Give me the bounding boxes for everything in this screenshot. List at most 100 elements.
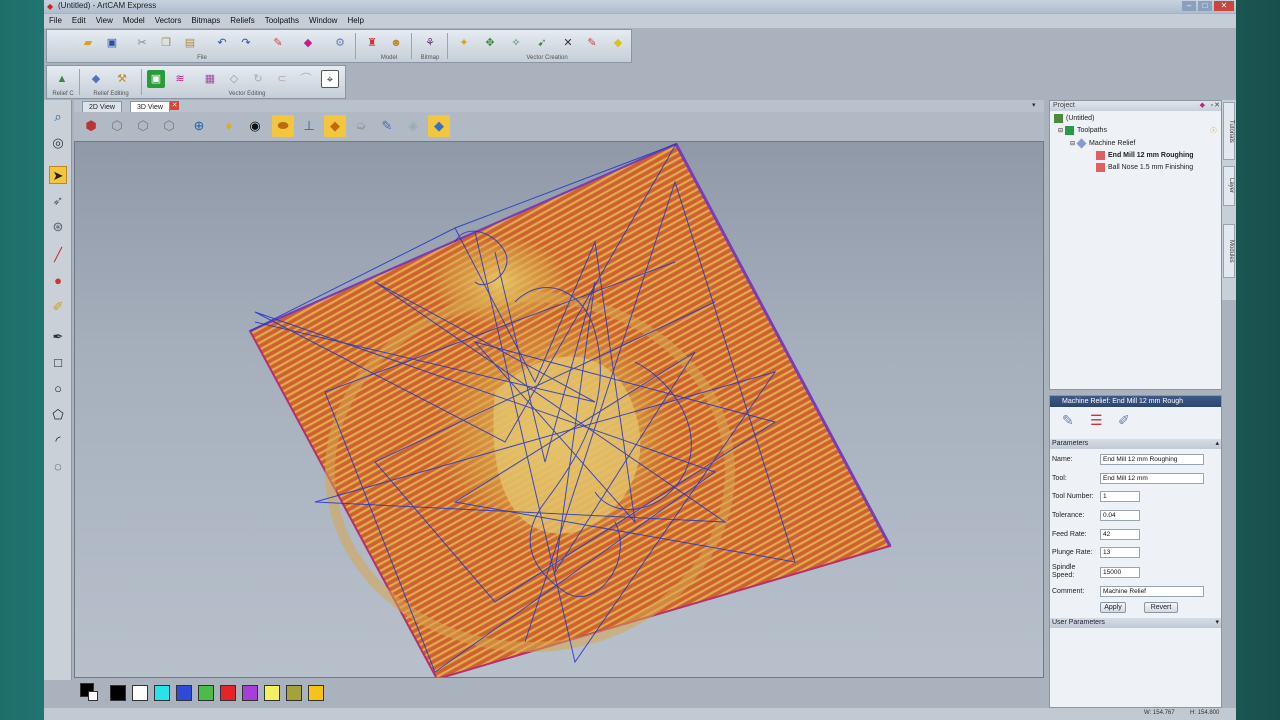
zoom-view-icon[interactable]: ⊕: [188, 115, 210, 137]
globe-icon[interactable]: ◎: [49, 134, 67, 152]
vector-pen-icon[interactable]: ✦: [455, 34, 473, 52]
eraser-icon[interactable]: ◆: [299, 34, 317, 52]
3d-viewport[interactable]: [74, 141, 1044, 678]
swatch-green[interactable]: [198, 685, 214, 701]
tolerance-field[interactable]: 0.04: [1100, 510, 1140, 521]
tree-root[interactable]: (Untitled): [1054, 113, 1094, 125]
vector-center-icon[interactable]: ⌖: [321, 70, 339, 88]
toolpath-sim-icon[interactable]: ➭: [350, 115, 372, 137]
shade-relief-icon[interactable]: ⬬: [272, 115, 294, 137]
iso-view-icon[interactable]: ⬢: [80, 115, 102, 137]
node-select-icon[interactable]: ➶: [49, 192, 67, 210]
tab-layer[interactable]: Layer: [1223, 166, 1235, 206]
vector-close-icon[interactable]: ⊂: [273, 70, 291, 88]
user-section-expand-icon[interactable]: ▾: [1215, 618, 1219, 628]
draw-toolpath-icon[interactable]: ✎: [376, 115, 398, 137]
tool-field[interactable]: End Mill 12 mm: [1100, 473, 1204, 484]
tool-settings-icon[interactable]: ✎: [1062, 412, 1074, 429]
zoom-icon[interactable]: ⌕: [49, 108, 67, 126]
vector-wave-icon[interactable]: ≋: [171, 70, 189, 88]
parameters-section[interactable]: Parameters ▴: [1050, 439, 1221, 449]
visibility-icon[interactable]: ☉: [1210, 126, 1217, 135]
close-button[interactable]: ✕: [1214, 1, 1234, 11]
panel-close-icon[interactable]: ✕: [1214, 101, 1220, 111]
menu-help[interactable]: Help: [342, 14, 368, 28]
pen-tool-icon[interactable]: ✒: [49, 328, 67, 346]
menu-model[interactable]: Model: [118, 14, 150, 28]
redo-icon[interactable]: ↷: [237, 34, 255, 52]
collapse-icon[interactable]: ⊟: [1058, 128, 1063, 134]
toolpath-preview-icon[interactable]: ✐: [1118, 412, 1130, 429]
tree-toolpaths[interactable]: ⊟ Toolpaths: [1058, 125, 1107, 137]
rectangle-tool-icon[interactable]: □: [49, 354, 67, 372]
swatch-cyan[interactable]: [154, 685, 170, 701]
eraser-tool-icon[interactable]: ●: [49, 272, 67, 290]
block-icon[interactable]: ◈: [402, 115, 424, 137]
plunge-rate-field[interactable]: 13: [1100, 547, 1140, 558]
secondary-color-swatch[interactable]: [88, 691, 98, 701]
material-icon[interactable]: ◆: [324, 115, 346, 137]
pin-icon[interactable]: ◆: [1200, 101, 1205, 111]
menu-vectors[interactable]: Vectors: [150, 14, 187, 28]
render-icon[interactable]: ◆: [428, 115, 450, 137]
close-tab-icon[interactable]: ✕: [170, 101, 179, 110]
swatch-blue[interactable]: [176, 685, 192, 701]
view-menu-icon[interactable]: ▾: [1032, 101, 1036, 109]
menu-file[interactable]: File: [44, 14, 67, 28]
brush-tool-icon[interactable]: ✐: [49, 298, 67, 316]
tree-machine-relief[interactable]: ⊟ Machine Relief: [1070, 138, 1135, 150]
copy-icon[interactable]: ❐: [157, 34, 175, 52]
collapse-icon-2[interactable]: ⊟: [1070, 141, 1075, 147]
edit-pencil-icon[interactable]: ✎: [269, 34, 287, 52]
swatch-red[interactable]: [220, 685, 236, 701]
spiral-tool-icon[interactable]: ◌: [49, 458, 67, 476]
light-icon[interactable]: ♦: [218, 115, 240, 137]
menu-toolpaths[interactable]: Toolpaths: [260, 14, 304, 28]
tab-2d-view[interactable]: 2D View: [82, 101, 122, 112]
swatch-black[interactable]: [110, 685, 126, 701]
vector-fillet-icon[interactable]: ⌒: [297, 70, 315, 88]
swatch-olive[interactable]: [286, 685, 302, 701]
select-arrow-icon[interactable]: ➤: [49, 166, 67, 184]
vector-select-icon[interactable]: ▣: [147, 70, 165, 88]
tab-tutorials[interactable]: Tutorials: [1223, 102, 1235, 160]
feed-rate-field[interactable]: 42: [1100, 529, 1140, 540]
relief-shape-icon[interactable]: ◆: [87, 70, 105, 88]
swatch-yellow[interactable]: [264, 685, 280, 701]
arc-tool-icon[interactable]: ◜: [49, 432, 67, 450]
cut-icon[interactable]: ✂: [133, 34, 151, 52]
swatch-white[interactable]: [132, 685, 148, 701]
node-edit-icon[interactable]: ✥: [481, 34, 499, 52]
paste-icon[interactable]: ▤: [181, 34, 199, 52]
swatch-purple[interactable]: [242, 685, 258, 701]
tab-3d-view[interactable]: 3D View: [130, 101, 170, 112]
maximize-button[interactable]: □: [1198, 1, 1212, 11]
model-icon[interactable]: ♜: [363, 34, 381, 52]
open-icon[interactable]: ▰: [79, 34, 97, 52]
minimize-button[interactable]: –: [1182, 1, 1196, 11]
pencil-tool-icon[interactable]: ╱: [49, 246, 67, 264]
undo-icon[interactable]: ↶: [213, 34, 231, 52]
trim-icon[interactable]: ✕: [559, 34, 577, 52]
comment-field[interactable]: Machine Relief: [1100, 586, 1204, 597]
front-view-icon[interactable]: ⬡: [132, 115, 154, 137]
transform-tool-icon[interactable]: ⊛: [49, 218, 67, 236]
relief-sculpt-icon[interactable]: ⚒: [113, 70, 131, 88]
eye-icon[interactable]: ◉: [244, 115, 266, 137]
top-view-icon[interactable]: ⬡: [106, 115, 128, 137]
revert-button[interactable]: Revert: [1144, 602, 1178, 613]
bitmap-icon[interactable]: ⚘: [421, 34, 439, 52]
tool-number-field[interactable]: 1: [1100, 491, 1140, 502]
name-field[interactable]: End Mill 12 mm Roughing: [1100, 454, 1204, 465]
side-view-icon[interactable]: ⬡: [158, 115, 180, 137]
spindle-speed-field[interactable]: 15000: [1100, 567, 1140, 578]
transform-icon[interactable]: ✧: [507, 34, 525, 52]
teddy-model-icon[interactable]: ☻: [387, 34, 405, 52]
swatch-gold[interactable]: [308, 685, 324, 701]
apply-button[interactable]: Apply: [1100, 602, 1126, 613]
axis-icon[interactable]: ⊥: [298, 115, 320, 137]
panel-float-icon[interactable]: ▫: [1211, 101, 1213, 111]
section-collapse-icon[interactable]: ▴: [1215, 439, 1219, 449]
tree-item-finishing[interactable]: Ball Nose 1.5 mm Finishing: [1096, 162, 1193, 174]
polygon-tool-icon[interactable]: ⬠: [49, 406, 67, 424]
